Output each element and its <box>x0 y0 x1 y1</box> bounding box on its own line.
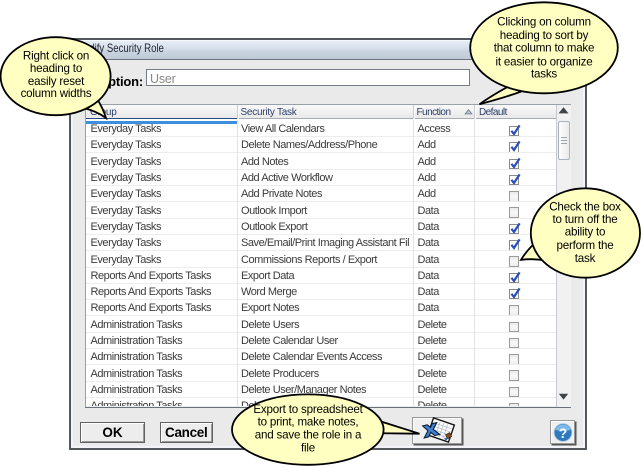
svg-text:easily reset: easily reset <box>28 75 85 88</box>
svg-text:to print, make notes,: to print, make notes, <box>258 416 359 429</box>
svg-text:heading to sort by: heading to sort by <box>500 29 589 42</box>
svg-text:file: file <box>301 441 315 454</box>
svg-text:Clicking on column: Clicking on column <box>497 16 591 29</box>
svg-text:column widths: column widths <box>21 87 92 100</box>
svg-text:tasks: tasks <box>531 68 557 81</box>
svg-text:ability to: ability to <box>565 226 606 239</box>
svg-text:perform the: perform the <box>556 239 613 252</box>
svg-text:heading to: heading to <box>30 62 82 75</box>
svg-text:that column to make: that column to make <box>494 42 595 55</box>
svg-text:Check the box: Check the box <box>549 201 621 214</box>
svg-text:Right click on: Right click on <box>23 49 89 62</box>
svg-text:?: ? <box>559 426 567 441</box>
svg-text:Export to spreadsheet: Export to spreadsheet <box>253 403 363 416</box>
svg-text:and save the role in a: and save the role in a <box>255 429 362 442</box>
svg-text:to turn off the: to turn off the <box>552 213 617 226</box>
svg-text:task: task <box>575 252 596 265</box>
